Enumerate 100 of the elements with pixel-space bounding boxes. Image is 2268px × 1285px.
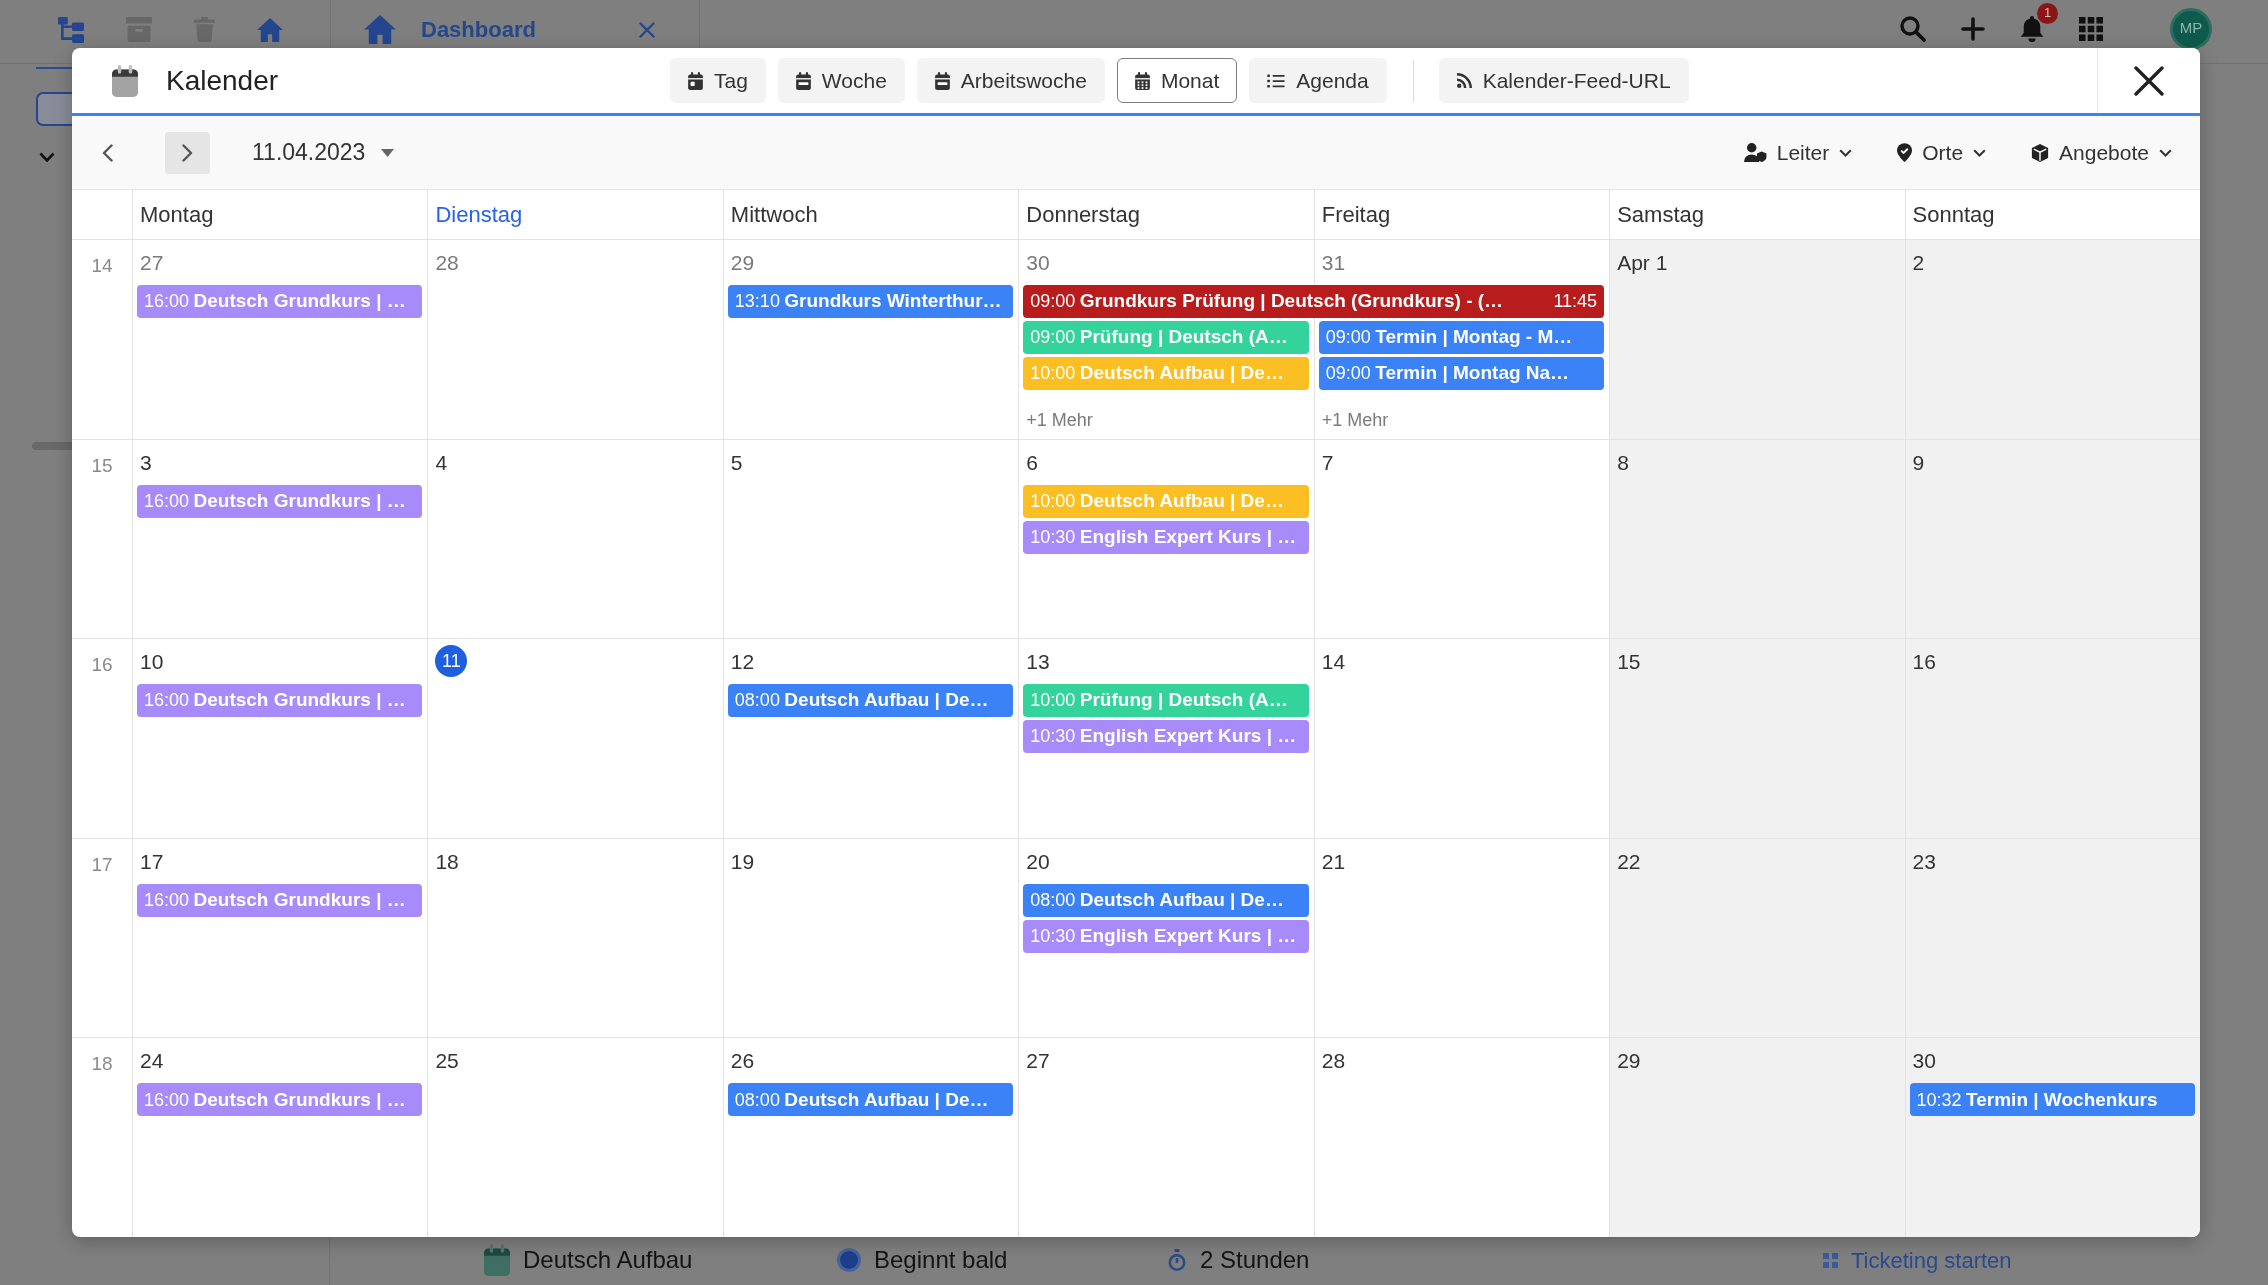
day-number: 28 [1321,1049,1346,1074]
calendar-event[interactable]: 10:30 English Expert Kurs | … [1023,720,1309,754]
calendar-event[interactable]: 10:00 Prüfung | Deutsch (A… [1023,684,1309,718]
user-avatar[interactable]: MP [2170,7,2212,50]
day-number: 4 [435,450,448,475]
weekday-label: Montag [140,201,214,229]
day-number: 19 [730,849,755,874]
day-number: 18 [435,849,459,874]
cube-icon [2031,143,2050,162]
day-number: 26 [730,1049,755,1074]
calendar-event[interactable]: 13:10 Grundkurs Winterthur… [727,285,1014,318]
rss-icon [1456,73,1472,88]
day-number: 3 [140,450,152,475]
weekday-label: Dienstag [435,201,523,229]
more-events-link[interactable]: +1 Mehr [1321,407,1389,434]
list-icon [1267,73,1286,88]
home-icon[interactable] [257,17,283,42]
ticketing-link[interactable]: Ticketing starten [1851,1243,2012,1277]
weekday-label: Freitag [1321,201,1391,229]
more-events-link[interactable]: +1 Mehr [1026,407,1093,434]
view-button[interactable]: Agenda [1249,58,1387,103]
calendar-event[interactable]: 08:00 Deutsch Aufbau | De… [727,1083,1014,1117]
calendar-event[interactable]: 08:00 Deutsch Aufbau | De… [1023,883,1309,917]
filter-dropdown[interactable]: Orte [1897,136,1987,169]
tab-label[interactable]: Dashboard [421,13,536,46]
day-number: 31 [1321,251,1346,275]
calendar-icon [484,1244,510,1276]
week-number: 17 [91,852,113,877]
person-icon [1743,143,1767,162]
view-button[interactable]: Monat [1116,58,1238,103]
scrollbar-thumb[interactable] [32,442,72,450]
day-number: 5 [730,450,743,475]
chevron-right-icon [182,143,193,162]
day-number: 30 [1912,1049,1936,1074]
search-icon[interactable] [1900,15,1926,42]
calendar-event[interactable]: 09:00 Grundkurs Prüfung | Deutsch (Grundkurs) - (… 11:45 [1023,285,1605,318]
calendar-event[interactable]: 16:00 Deutsch Grundkurs | … [137,1083,423,1117]
duration-label: 2 Stunden [1200,1245,1310,1275]
calendar-event[interactable]: 09:00 Prüfung | Deutsch (A… [1023,321,1309,354]
day-number: 22 [1617,849,1641,874]
day-number: 17 [140,849,164,874]
map-pin-icon [1897,143,1913,162]
calendar-event[interactable]: 16:00 Deutsch Grundkurs | … [137,285,423,318]
course-title: Deutsch Aufbau [523,1245,693,1275]
sidebar-field[interactable] [36,92,72,126]
view-button[interactable]: Arbeitswoche [916,58,1105,103]
day-number: 12 [730,650,755,675]
day-number: 9 [1912,450,1925,475]
weekday-label: Samstag [1617,201,1704,229]
stopwatch-icon [1167,1249,1187,1271]
filter-dropdown[interactable]: Leiter [1743,136,1853,169]
next-button[interactable] [165,131,210,174]
calendar-icon [1134,71,1150,90]
status-dot-icon [837,1248,861,1272]
calendar-icon [688,71,703,90]
day-number: 29 [1617,1049,1641,1074]
calendar-event[interactable]: 10:30 English Expert Kurs | … [1023,520,1309,554]
home-icon[interactable] [364,15,396,44]
calendar-icon [112,64,138,97]
calendar-event[interactable]: 16:00 Deutsch Grundkurs | … [137,684,423,718]
calendar-event[interactable]: 16:00 Deutsch Grundkurs | … [137,484,423,518]
chevron-left-icon[interactable] [102,143,113,162]
day-number: 28 [435,251,459,275]
view-button[interactable]: Woche [777,58,905,103]
calendar-event[interactable]: 10:32 Termin | Wochenkurs [1909,1083,2195,1117]
chevron-down-icon[interactable] [39,152,55,162]
view-button[interactable]: Tag [670,58,766,103]
calendar-event[interactable]: 09:00 Termin | Montag - M… [1318,321,1605,354]
close-icon [2134,65,2164,96]
day-number: 27 [140,251,164,275]
calendar-icon [795,71,811,90]
day-number: 24 [140,1049,164,1074]
chevron-down-icon [1839,148,1853,157]
filter-dropdown[interactable]: Angebote [2031,136,2172,169]
plus-icon[interactable] [1961,16,1985,41]
day-number: 11 [435,645,468,678]
weekday-label: Mittwoch [730,201,818,229]
day-number: 6 [1026,450,1038,475]
date-dropdown[interactable]: 11.04.2023 [252,135,395,170]
calendar-event[interactable]: 10:30 English Expert Kurs | … [1023,919,1309,953]
day-number: 8 [1617,450,1629,475]
calendar-event[interactable]: 08:00 Deutsch Aufbau | De… [727,684,1014,718]
day-number: 13 [1026,650,1050,675]
calendar-event[interactable]: 09:00 Termin | Montag Na… [1318,357,1605,390]
day-number: Apr 1 [1617,251,1668,275]
close-icon[interactable] [639,21,655,38]
day-number: 16 [1912,650,1936,675]
grid-icon[interactable] [1823,1252,1838,1268]
weekday-label: Donnerstag [1026,201,1141,229]
dialog-title: Kalender [166,63,279,98]
week-number: 16 [91,653,113,678]
calendar-event[interactable]: 16:00 Deutsch Grundkurs | … [137,883,423,917]
day-number: 20 [1026,849,1050,874]
hierarchy-icon[interactable] [58,16,84,43]
bell-icon[interactable] [2020,15,2044,42]
feed-url-button[interactable]: Kalender-Feed-URL [1438,58,1689,103]
close-button[interactable] [2097,48,2200,113]
notification-badge: 1 [2037,2,2058,24]
day-number: 2 [1912,251,1925,275]
apps-grid-icon[interactable] [2079,16,2103,41]
